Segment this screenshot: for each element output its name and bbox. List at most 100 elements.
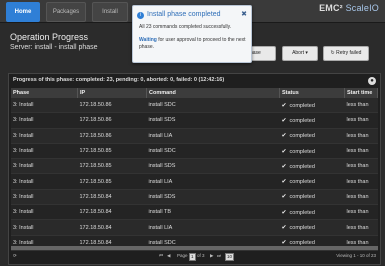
check-icon: ✔ [281, 179, 287, 186]
cell-start-time: less than [344, 204, 378, 221]
per-page-select[interactable]: 10 [225, 253, 235, 261]
table-row[interactable]: 3: Install 172.18.50.86 install SDC ✔ comple… [11, 98, 378, 114]
cell-start-time: less than [344, 173, 378, 190]
toast-waiting-label: Waiting [139, 37, 157, 43]
tab-install[interactable]: Install [92, 2, 128, 22]
check-icon: ✔ [281, 117, 287, 124]
table-row[interactable]: 3: Install 172.18.50.85 install SDC ✔ comple… [11, 143, 378, 160]
col-command[interactable]: Command [146, 88, 280, 98]
cell-command: install LIA [146, 128, 280, 144]
pager: ⟳ ⏮ ◀ Page 1 of 3 ▶ ⏭ 10 Viewing 1 - 10 … [9, 252, 380, 262]
page-input[interactable]: 1 [189, 253, 196, 261]
col-ip[interactable]: IP [77, 88, 147, 98]
cell-command: install SDS [146, 158, 280, 175]
notification-toast: i Install phase completed ✖ All 23 comma… [132, 5, 252, 63]
tab-packages[interactable]: Packages [46, 2, 86, 22]
table-row[interactable]: 3: Install 172.18.50.85 install LIA ✔ comple… [11, 173, 378, 190]
emc-logo: EMC² [319, 3, 343, 13]
abort-dropdown[interactable]: Abort ▾ [282, 46, 318, 61]
table-row[interactable]: 3: Install 172.18.50.85 install SDS ✔ comple… [11, 158, 378, 175]
page-title: Operation Progress [10, 32, 89, 42]
cell-command: install SDC [146, 143, 280, 160]
check-icon: ✔ [281, 133, 287, 140]
cell-status: ✔ completed [279, 219, 345, 236]
toast-waiting-message: Waiting for user approval to proceed to … [139, 37, 247, 51]
status-text: completed [289, 209, 315, 216]
cell-ip: 172.18.50.86 [77, 98, 147, 114]
cell-phase: 3: Install [11, 158, 78, 175]
close-icon[interactable]: ✖ [241, 10, 247, 18]
cell-phase: 3: Install [11, 189, 78, 206]
cell-status: ✔ completed [279, 173, 345, 190]
commands-table: Phase IP Command Status Start time 3: In… [11, 88, 378, 251]
cell-command: install TB [146, 204, 280, 221]
cell-start-time: less than [344, 128, 378, 144]
cell-start-time: less than [344, 112, 378, 129]
horizontal-scrollbar[interactable] [11, 246, 378, 250]
cell-start-time: less than [344, 189, 378, 206]
status-text: completed [289, 163, 315, 170]
cell-start-time: less than [344, 219, 378, 236]
cell-phase: 3: Install [11, 219, 78, 236]
col-phase[interactable]: Phase [11, 88, 78, 98]
table-row[interactable]: 3: Install 172.18.50.84 install TB ✔ complet… [11, 204, 378, 221]
cell-command: install SDS [146, 112, 280, 129]
status-text: completed [289, 133, 315, 140]
info-circle-icon: i [137, 12, 144, 19]
page-label: Page [177, 253, 188, 258]
table-row[interactable]: 3: Install 172.18.50.86 install LIA ✔ comple… [11, 128, 378, 144]
cell-phase: 3: Install [11, 128, 78, 144]
cell-command: install SDC [146, 98, 280, 114]
server-label: Server: install - install phase [10, 44, 98, 51]
page-of-label: of 3 [197, 253, 205, 258]
viewing-label: Viewing 1 - 10 of 23 [336, 253, 376, 258]
retry-failed-button[interactable]: ↻ Retry failed [323, 46, 369, 61]
col-start-time[interactable]: Start time [344, 88, 378, 98]
check-icon: ✔ [281, 163, 287, 170]
cell-phase: 3: Install [11, 112, 78, 129]
cell-status: ✔ completed [279, 189, 345, 206]
status-text: completed [289, 102, 315, 109]
status-text: completed [289, 225, 315, 232]
info-icon[interactable]: ● [368, 77, 376, 85]
progress-panel: Progress of this phase: completed: 23, p… [8, 73, 381, 265]
cell-start-time: less than [344, 98, 378, 114]
check-icon: ✔ [281, 209, 287, 216]
toast-message: All 23 commands completed successfully. [139, 24, 232, 30]
cell-ip: 172.18.50.86 [77, 128, 147, 144]
cell-status: ✔ completed [279, 128, 345, 144]
table-header-row: Phase IP Command Status Start time [11, 88, 378, 98]
prev-page-icon[interactable]: ◀ [167, 253, 170, 259]
first-page-icon[interactable]: ⏮ [159, 253, 163, 258]
toast-title: Install phase completed [147, 11, 221, 18]
table-row[interactable]: 3: Install 172.18.50.86 install SDS ✔ comple… [11, 112, 378, 129]
retry-failed-label: Retry failed [336, 50, 362, 56]
cell-status: ✔ completed [279, 98, 345, 114]
cell-phase: 3: Install [11, 143, 78, 160]
brand-logo: EMC² ScaleIO [319, 3, 379, 13]
cell-ip: 172.18.50.85 [77, 143, 147, 160]
cell-start-time: less than [344, 158, 378, 175]
cell-command: install LIA [146, 173, 280, 190]
check-icon: ✔ [281, 102, 287, 109]
cell-ip: 172.18.50.85 [77, 158, 147, 175]
cell-command: install SDS [146, 189, 280, 206]
table-row[interactable]: 3: Install 172.18.50.84 install SDS ✔ comple… [11, 189, 378, 206]
cell-status: ✔ completed [279, 158, 345, 175]
last-page-icon[interactable]: ⏭ [217, 253, 221, 258]
cell-ip: 172.18.50.85 [77, 173, 147, 190]
cell-status: ✔ completed [279, 143, 345, 160]
next-page-icon[interactable]: ▶ [210, 253, 213, 259]
check-icon: ✔ [281, 194, 287, 201]
status-text: completed [289, 148, 315, 155]
cell-ip: 172.18.50.84 [77, 219, 147, 236]
col-status[interactable]: Status [279, 88, 345, 98]
refresh-table-icon[interactable]: ⟳ [13, 253, 17, 259]
table-row[interactable]: 3: Install 172.18.50.84 install LIA ✔ comple… [11, 219, 378, 236]
cell-phase: 3: Install [11, 204, 78, 221]
cell-command: install LIA [146, 219, 280, 236]
progress-summary: Progress of this phase: completed: 23, p… [13, 77, 225, 83]
status-text: completed [289, 194, 315, 201]
status-text: completed [289, 179, 315, 186]
tab-home[interactable]: Home [6, 2, 40, 22]
